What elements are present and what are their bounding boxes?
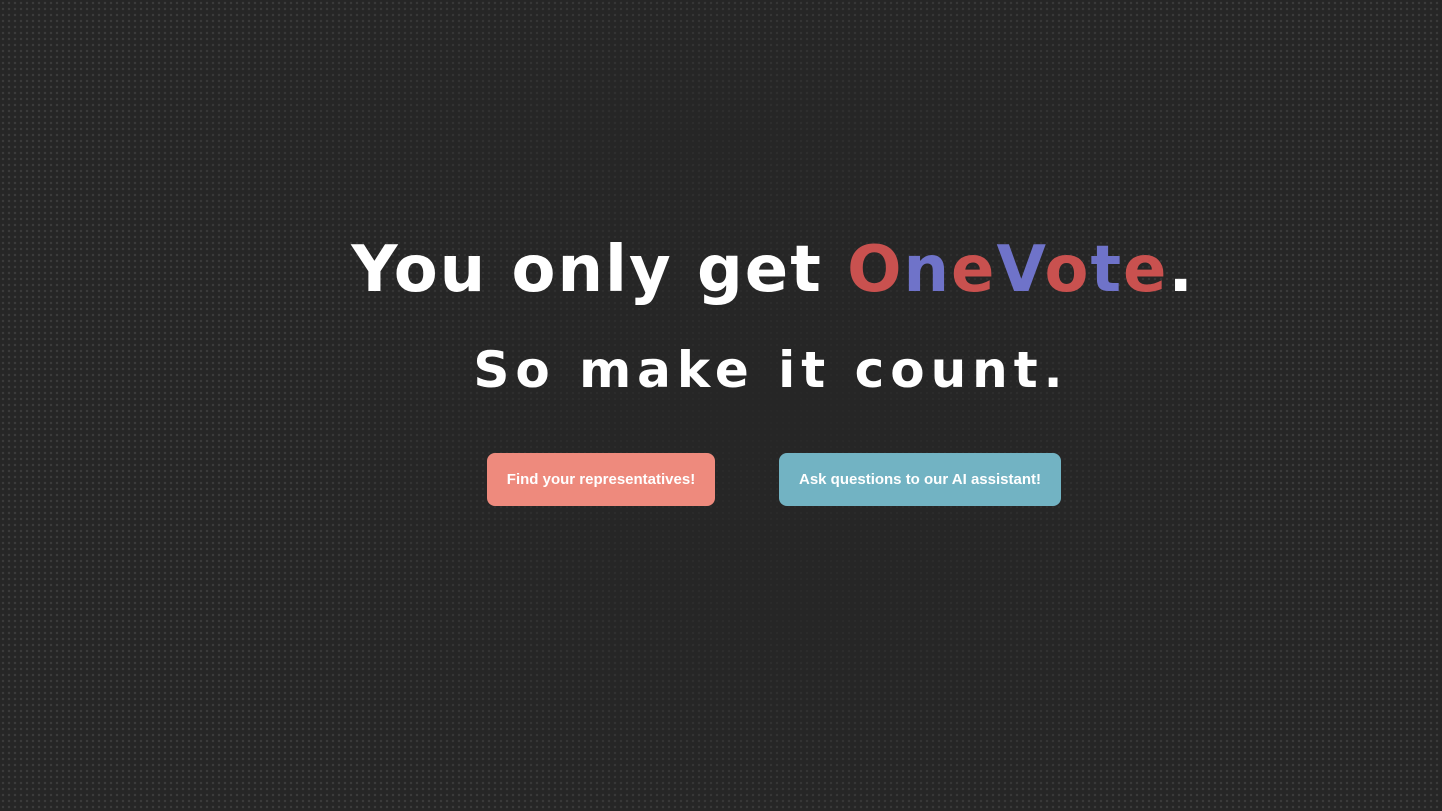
hero-headline: You only get OneVote. — [0, 232, 1442, 308]
brand-letter: O — [847, 233, 904, 307]
headline-prefix: You only get — [351, 233, 848, 307]
brand-letter: n — [903, 233, 952, 307]
hero-section: You only get OneVote. So make it count. … — [0, 0, 1442, 811]
brand-letter: t — [1090, 233, 1124, 307]
hero-subheadline: So make it count. — [473, 341, 1069, 399]
brand-name: OneVote — [847, 233, 1168, 307]
brand-letter: e — [951, 233, 997, 307]
brand-letter: e — [1123, 233, 1169, 307]
headline-suffix: . — [1168, 233, 1195, 307]
brand-letter: V — [996, 233, 1045, 307]
find-representatives-button[interactable]: Find your representatives! — [487, 453, 715, 506]
brand-letter: o — [1044, 233, 1091, 307]
ask-ai-assistant-button[interactable]: Ask questions to our AI assistant! — [779, 453, 1061, 506]
